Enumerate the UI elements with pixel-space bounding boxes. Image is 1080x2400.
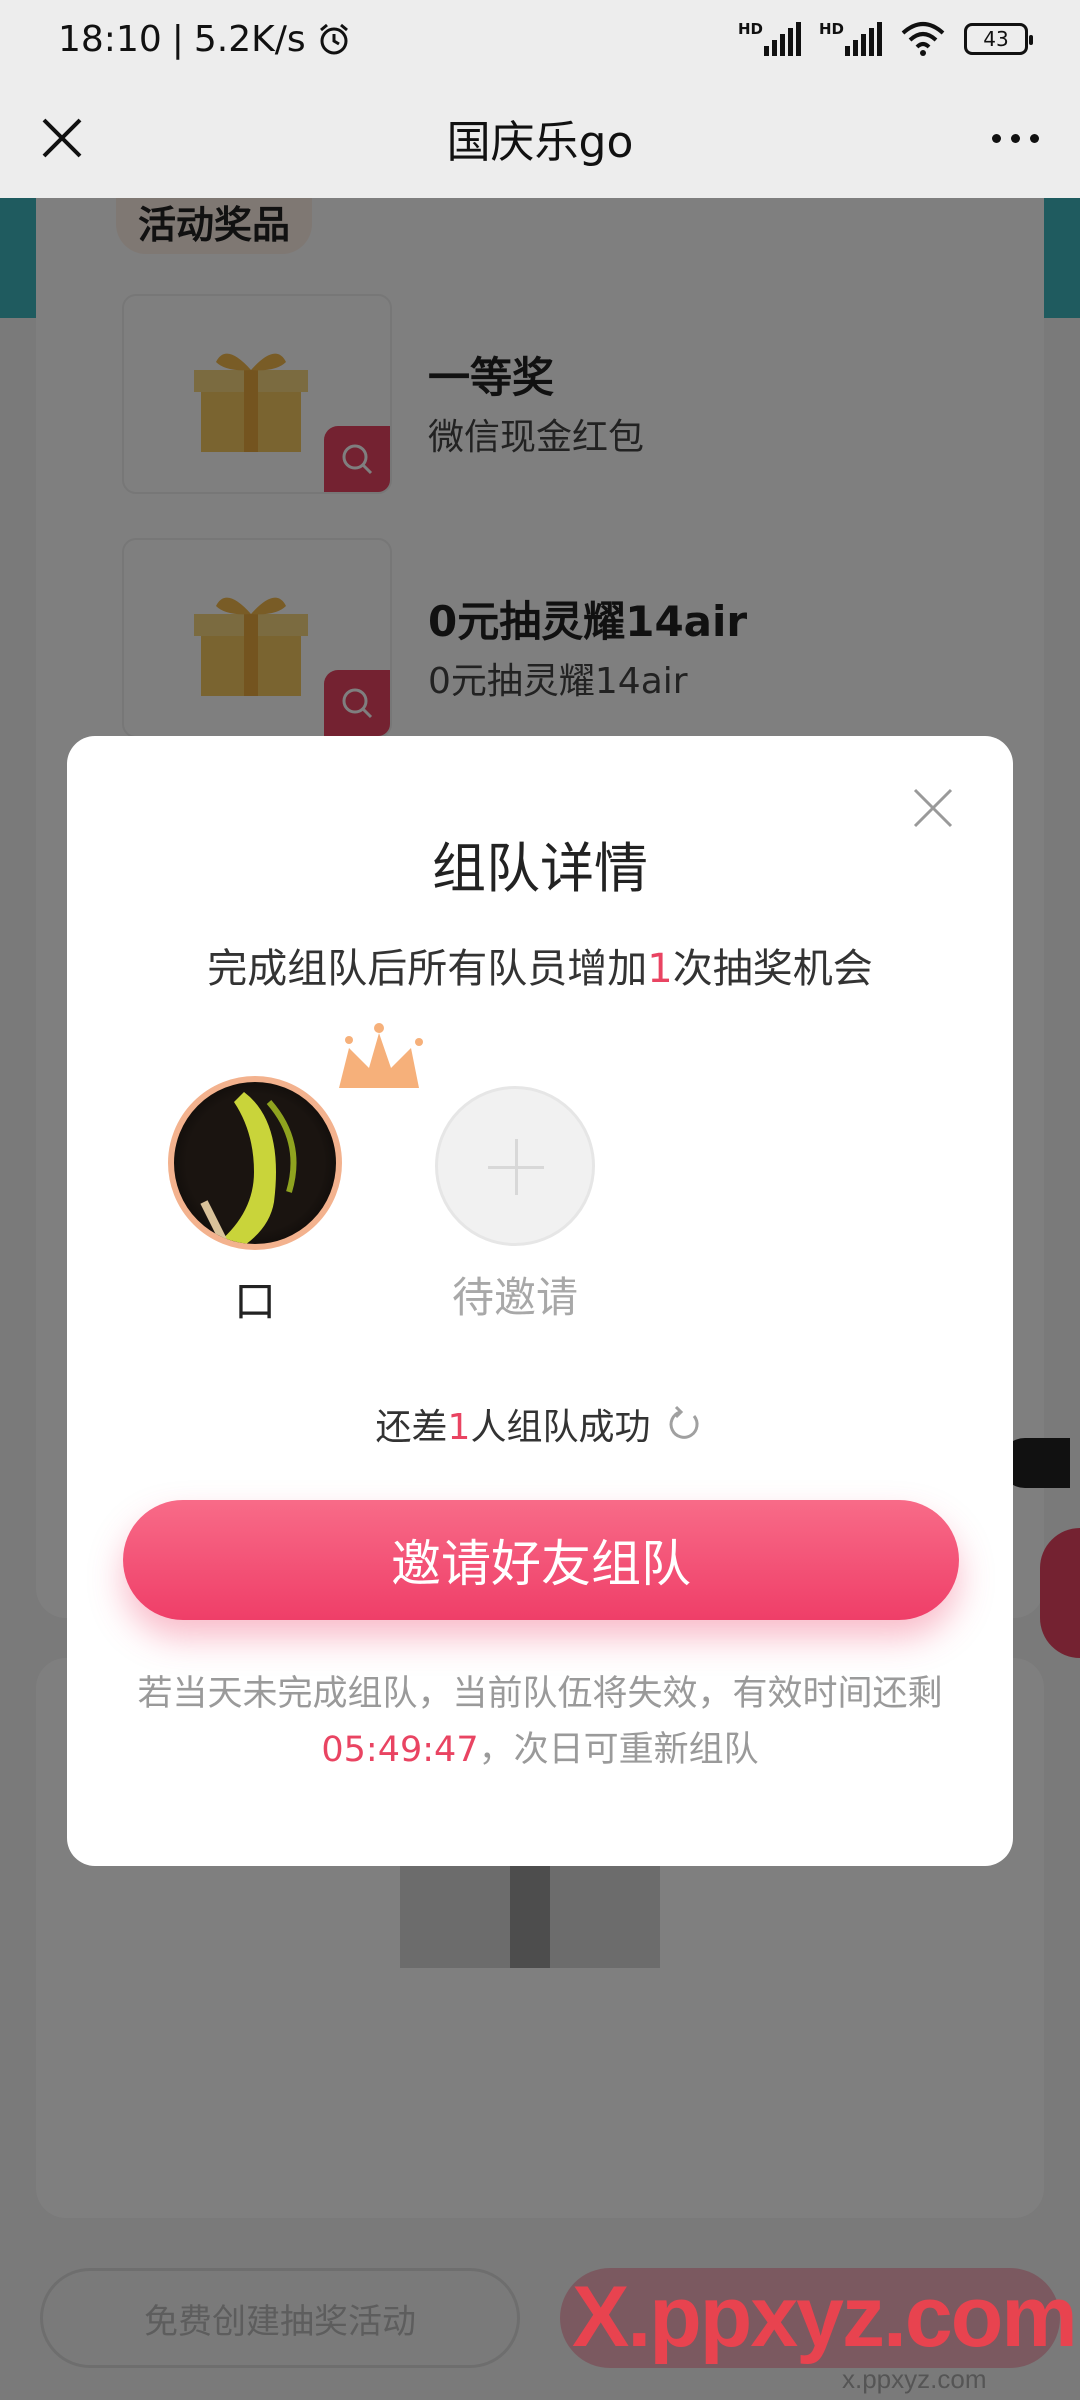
status-left: 18:10 | 5.2K/s (58, 19, 352, 60)
status-right: HD HD 43 (738, 20, 1033, 57)
status-text: 还差1人组队成功 (376, 1398, 651, 1450)
network-speed: 5.2K/s (193, 18, 306, 60)
notice-prefix: 若当天未完成组队，当前队伍将失效，有效时间还剩 (137, 1674, 943, 1714)
close-icon[interactable] (30, 106, 94, 170)
hd-label-2: HD (819, 20, 845, 38)
more-icon[interactable] (980, 106, 1050, 170)
status-count: 1 (447, 1407, 471, 1448)
subtitle-prefix: 完成组队后所有队员增加 (207, 946, 648, 992)
signal-icon: HD (738, 20, 801, 56)
hd-label: HD (738, 20, 764, 38)
page-title: 国庆乐go (446, 117, 634, 168)
signal-icon-2: HD (819, 20, 882, 56)
status-divider: | (171, 18, 184, 60)
nav-bar: 国庆乐go (0, 78, 1080, 198)
countdown-timer: 05:49:47 (321, 1730, 479, 1770)
add-member-icon[interactable] (435, 1086, 595, 1246)
notice-suffix: ，次日可重新组队 (478, 1730, 759, 1770)
subtitle-count: 1 (647, 946, 673, 992)
watermark-logo: X.ppxyz.com x.ppxyz.com (572, 2268, 1078, 2394)
status-time: 18:10 (58, 18, 162, 60)
refresh-icon[interactable] (664, 1404, 704, 1444)
invite-friends-button[interactable]: 邀请好友组队 (123, 1500, 959, 1620)
status-bar: 18:10 | 5.2K/s HD HD 43 (0, 0, 1080, 78)
team-status: 还差1人组队成功 (67, 1398, 1013, 1450)
avatar-image (200, 1092, 297, 1244)
member-name: 待邀请 (451, 1273, 578, 1322)
modal-subtitle: 完成组队后所有队员增加1次抽奖机会 (67, 936, 1013, 994)
modal-title: 组队详情 (432, 837, 648, 900)
avatar (168, 1076, 342, 1250)
team-member-pending[interactable]: 待邀请 (415, 1086, 615, 1325)
expiry-notice: 若当天未完成组队，当前队伍将失效，有效时间还剩 05:49:47，次日可重新组队 (127, 1666, 953, 1778)
member-name: 口 (233, 1277, 276, 1326)
status-suffix: 人组队成功 (470, 1407, 651, 1448)
battery-icon: 43 (964, 23, 1033, 55)
status-prefix: 还差 (375, 1407, 448, 1448)
wifi-icon (901, 22, 945, 56)
team-member-leader: 口 (155, 1076, 355, 1329)
battery-level: 43 (983, 27, 1009, 51)
watermark-text: X.ppxyz.com (572, 2269, 1078, 2365)
team-modal: 组队详情 完成组队后所有队员增加1次抽奖机会 口 待邀请 还差1人组队成功 邀请… (67, 736, 1013, 1866)
subtitle-suffix: 次抽奖机会 (672, 946, 873, 992)
watermark-subtext: x.ppxyz.com (842, 2364, 987, 2394)
alarm-icon (319, 23, 348, 55)
crown-icon (339, 1023, 423, 1088)
